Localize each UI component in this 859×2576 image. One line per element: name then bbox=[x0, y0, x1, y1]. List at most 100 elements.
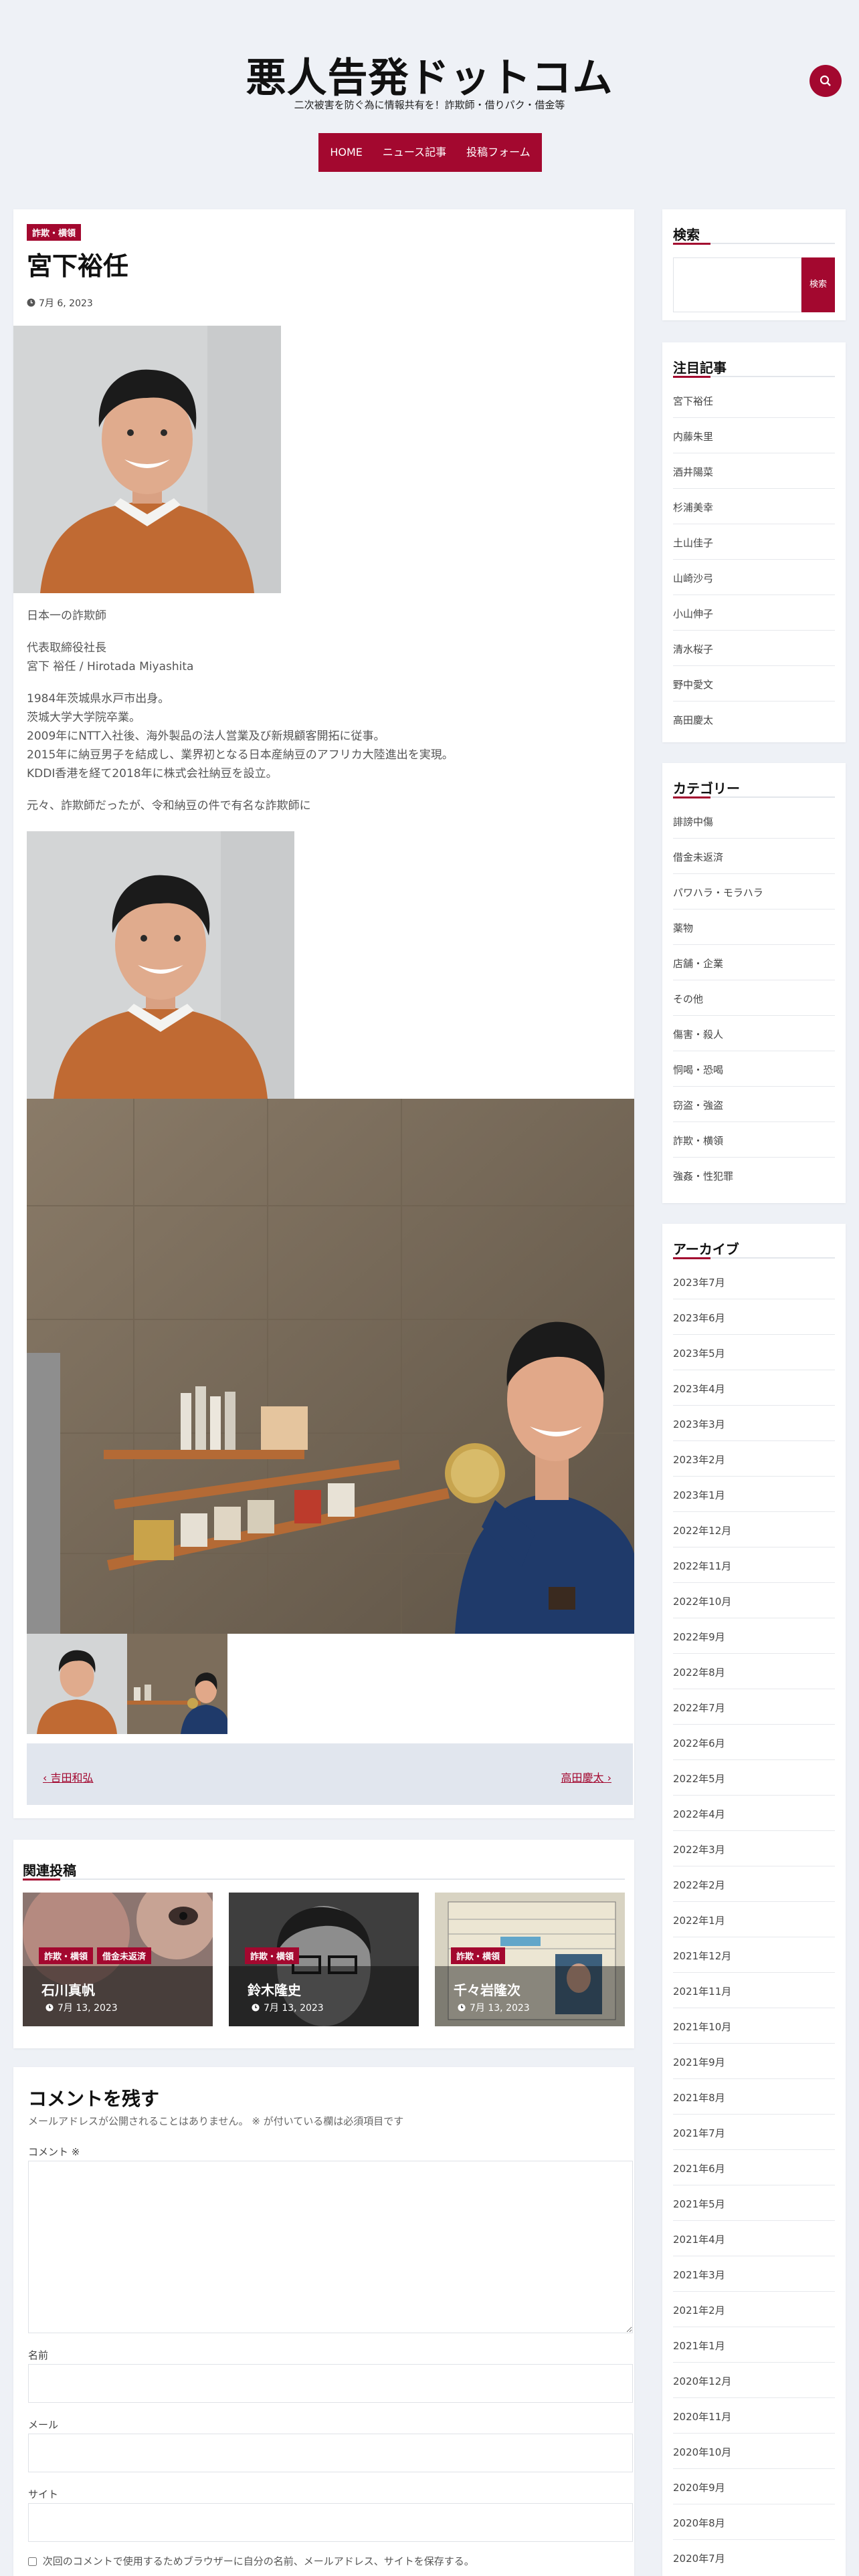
nav-submit-form[interactable]: 投稿フォーム bbox=[456, 133, 541, 172]
name-input[interactable] bbox=[28, 2364, 633, 2403]
archive-link[interactable]: 2020年7月 bbox=[673, 2553, 725, 2565]
nav-home[interactable]: HOME bbox=[320, 133, 373, 172]
category-link[interactable]: 借金未返済 bbox=[673, 851, 723, 863]
archive-link[interactable]: 2022年4月 bbox=[673, 1808, 725, 1820]
post-image-shop[interactable] bbox=[27, 1099, 634, 1634]
email-input[interactable] bbox=[28, 2434, 633, 2472]
featured-link[interactable]: 山崎沙弓 bbox=[673, 572, 713, 584]
archive-link[interactable]: 2022年3月 bbox=[673, 1844, 725, 1856]
featured-link[interactable]: 野中愛文 bbox=[673, 679, 713, 691]
comment-label: コメント ※ bbox=[28, 2146, 80, 2158]
post-image-portrait[interactable] bbox=[27, 831, 294, 1099]
sidebar-search-button[interactable]: 検索 bbox=[801, 257, 835, 312]
archive-link[interactable]: 2022年5月 bbox=[673, 1773, 725, 1785]
gallery-thumb-2[interactable] bbox=[127, 1634, 227, 1734]
archive-link[interactable]: 2023年4月 bbox=[673, 1383, 725, 1395]
category-item: 窃盗・強盗 bbox=[673, 1087, 835, 1122]
archive-link[interactable]: 2022年10月 bbox=[673, 1596, 731, 1608]
category-link[interactable]: 詐欺・横領 bbox=[673, 1135, 723, 1147]
next-post-link[interactable]: 高田慶太 › bbox=[561, 1769, 611, 1785]
site-input[interactable] bbox=[28, 2503, 633, 2542]
sidebar-categories-widget: カテゴリー 誹謗中傷 借金未返済 パワハラ・モラハラ 薬物 店舗・企業 その他 … bbox=[662, 763, 846, 1203]
post-paragraph: KDDI香港を経て2018年に株式会社納豆を設立。 bbox=[27, 767, 278, 780]
related-post-title[interactable]: 石川真帆 bbox=[41, 1979, 95, 1999]
featured-link[interactable]: 内藤朱里 bbox=[673, 431, 713, 443]
archive-link[interactable]: 2021年2月 bbox=[673, 2304, 725, 2317]
featured-link[interactable]: 土山佳子 bbox=[673, 537, 713, 549]
category-link[interactable]: 薬物 bbox=[673, 922, 693, 934]
archive-link[interactable]: 2023年5月 bbox=[673, 1348, 725, 1360]
archive-link[interactable]: 2020年8月 bbox=[673, 2517, 725, 2529]
sidebar-search-input[interactable] bbox=[673, 257, 801, 312]
archive-item: 2021年2月 bbox=[673, 2292, 835, 2327]
archive-link[interactable]: 2021年7月 bbox=[673, 2127, 725, 2139]
related-post-card[interactable]: 詐欺・横領 千々岩隆次 7月 13, 2023 bbox=[435, 1893, 625, 2026]
archive-link[interactable]: 2021年11月 bbox=[673, 1985, 731, 1998]
archive-link[interactable]: 2021年1月 bbox=[673, 2340, 725, 2352]
archive-link[interactable]: 2020年11月 bbox=[673, 2411, 731, 2423]
archive-link[interactable]: 2021年5月 bbox=[673, 2198, 725, 2210]
category-link[interactable]: 傷害・殺人 bbox=[673, 1029, 723, 1041]
comment-textarea[interactable] bbox=[28, 2161, 633, 2333]
gallery-thumb-1[interactable] bbox=[27, 1634, 127, 1734]
archive-link[interactable]: 2021年12月 bbox=[673, 1950, 731, 1962]
related-post-card[interactable]: 詐欺・横領 鈴木隆史 7月 13, 2023 bbox=[229, 1893, 419, 2026]
featured-link[interactable]: 小山伸子 bbox=[673, 608, 713, 620]
featured-link[interactable]: 宮下裕任 bbox=[673, 395, 713, 407]
related-post-badge[interactable]: 詐欺・横領 bbox=[451, 1947, 506, 1964]
save-info-checkbox[interactable] bbox=[28, 2557, 37, 2566]
archive-link[interactable]: 2020年10月 bbox=[673, 2446, 731, 2458]
comment-note: メールアドレスが公開されることはありません。 ※ が付いている欄は必須項目です bbox=[28, 2115, 404, 2127]
archive-item: 2021年10月 bbox=[673, 2008, 835, 2044]
archive-link[interactable]: 2022年11月 bbox=[673, 1560, 731, 1572]
header-search-button[interactable] bbox=[809, 65, 842, 97]
site-tagline: 二次被害を防ぐ為に情報共有を！詐欺師・借りパク・借金等 bbox=[294, 99, 565, 111]
related-post-badge[interactable]: 詐欺・横領 bbox=[245, 1947, 300, 1964]
archive-link[interactable]: 2023年1月 bbox=[673, 1489, 725, 1501]
archive-link[interactable]: 2022年1月 bbox=[673, 1915, 725, 1927]
featured-link[interactable]: 清水桜子 bbox=[673, 643, 713, 655]
category-link[interactable]: 誹謗中傷 bbox=[673, 816, 713, 828]
related-post-badge[interactable]: 詐欺・横領 bbox=[39, 1947, 94, 1964]
archive-link[interactable]: 2021年3月 bbox=[673, 2269, 725, 2281]
archive-link[interactable]: 2022年8月 bbox=[673, 1667, 725, 1679]
category-link[interactable]: 恫喝・恐喝 bbox=[673, 1064, 723, 1076]
archive-link[interactable]: 2023年2月 bbox=[673, 1454, 725, 1466]
related-post-card[interactable]: 詐欺・横領 借金未返済 石川真帆 7月 13, 2023 bbox=[23, 1893, 213, 2026]
post-date-text: 7月 6, 2023 bbox=[39, 298, 93, 309]
archive-link[interactable]: 2022年2月 bbox=[673, 1879, 725, 1891]
related-post-title[interactable]: 鈴木隆史 bbox=[248, 1979, 301, 1999]
archive-link[interactable]: 2023年3月 bbox=[673, 1418, 725, 1430]
category-link[interactable]: 窃盗・強盗 bbox=[673, 1099, 723, 1111]
category-link[interactable]: 強姦・性犯罪 bbox=[673, 1170, 733, 1182]
archive-link[interactable]: 2021年9月 bbox=[673, 2056, 725, 2068]
site-title[interactable]: 悪人告発ドットコム bbox=[0, 45, 859, 104]
archive-link[interactable]: 2022年6月 bbox=[673, 1737, 725, 1749]
category-link[interactable]: 店舗・企業 bbox=[673, 958, 723, 970]
featured-link[interactable]: 杉浦美幸 bbox=[673, 502, 713, 514]
post-category-badge[interactable]: 詐欺・横領 bbox=[27, 224, 82, 241]
related-post-badge[interactable]: 借金未返済 bbox=[97, 1947, 152, 1964]
prev-post-link[interactable]: ‹ 吉田和弘 bbox=[43, 1769, 94, 1785]
archive-link[interactable]: 2021年6月 bbox=[673, 2163, 725, 2175]
search-icon bbox=[820, 75, 831, 86]
nav-news[interactable]: ニュース記事 bbox=[373, 133, 456, 172]
archive-link[interactable]: 2022年12月 bbox=[673, 1525, 731, 1537]
archive-link[interactable]: 2023年6月 bbox=[673, 1312, 725, 1324]
archive-link[interactable]: 2020年12月 bbox=[673, 2375, 731, 2387]
category-link[interactable]: パワハラ・モラハラ bbox=[673, 887, 763, 899]
featured-link[interactable]: 酒井陽菜 bbox=[673, 466, 713, 478]
archive-link[interactable]: 2023年7月 bbox=[673, 1277, 725, 1289]
related-post-title[interactable]: 千々岩隆次 bbox=[454, 1979, 520, 1999]
archive-link[interactable]: 2022年7月 bbox=[673, 1702, 725, 1714]
archive-link[interactable]: 2022年9月 bbox=[673, 1631, 725, 1643]
archive-link[interactable]: 2021年8月 bbox=[673, 2092, 725, 2104]
related-post-date: 7月 13, 2023 bbox=[45, 2001, 118, 2014]
featured-link[interactable]: 高田慶太 bbox=[673, 714, 713, 726]
archive-link[interactable]: 2021年4月 bbox=[673, 2234, 725, 2246]
archive-link[interactable]: 2020年9月 bbox=[673, 2482, 725, 2494]
category-link[interactable]: その他 bbox=[673, 993, 703, 1005]
archive-link[interactable]: 2021年10月 bbox=[673, 2021, 731, 2033]
related-post-badges: 詐欺・横領 bbox=[451, 1947, 509, 1964]
chevron-right-icon: › bbox=[607, 1772, 611, 1784]
